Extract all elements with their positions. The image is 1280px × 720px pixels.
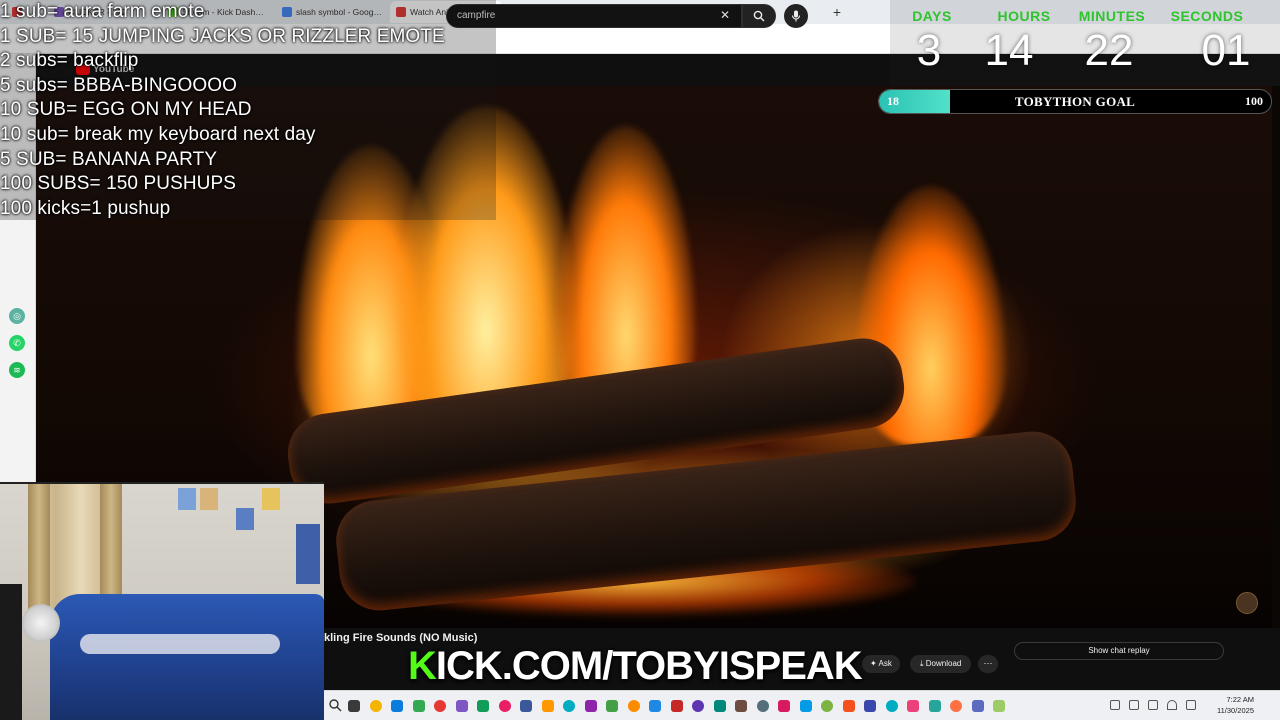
wall-poster xyxy=(178,488,196,510)
sub-goal-line: 1 SUB= 15 JUMPING JACKS OR RIZZLER EMOTE xyxy=(0,25,445,47)
taskbar-app-icon[interactable] xyxy=(713,700,726,712)
webcam-feed xyxy=(0,482,324,720)
video-title: kling Fire Sounds (NO Music) xyxy=(324,632,478,644)
show-chat-replay-button[interactable]: Show chat replay xyxy=(1014,642,1224,660)
timer-value-minutes: 22 xyxy=(1084,26,1134,75)
kick-logo-k: K xyxy=(408,643,437,688)
taskbar-app-icon[interactable] xyxy=(735,700,747,712)
webcam-bed xyxy=(50,594,324,720)
webcam-fan xyxy=(22,604,60,642)
sub-goal-line: 100 kicks=1 pushup xyxy=(0,197,171,219)
taskbar-app-icon[interactable] xyxy=(907,700,919,712)
stream-screen: { "browser": { "tabs": [ {"title": "", "… xyxy=(0,0,1280,720)
taskbar-app-icon[interactable] xyxy=(885,700,898,712)
cloud-icon[interactable] xyxy=(1129,700,1139,710)
taskbar-app-icon[interactable] xyxy=(670,700,683,712)
download-button[interactable]: ⤓ Download xyxy=(910,655,972,673)
spotify-icon[interactable]: ≋ xyxy=(9,362,25,378)
taskbar-app-icon[interactable] xyxy=(778,700,790,712)
taskbar-app-icon[interactable] xyxy=(606,700,618,712)
sub-goal-line: 5 subs= BBBA-BINGOOOO xyxy=(0,74,238,96)
sub-goals-overlay: 1 sub= aura farm emote 1 SUB= 15 JUMPING … xyxy=(0,0,496,220)
timer-label-minutes: MINUTES xyxy=(1078,8,1146,24)
taskbar-app-icon[interactable] xyxy=(348,700,360,712)
taskbar-app-icon[interactable] xyxy=(584,700,597,712)
taskbar-app-icon[interactable] xyxy=(971,700,984,712)
whatsapp-icon[interactable]: ✆ xyxy=(9,335,25,351)
timer-label-seconds: SECONDS xyxy=(1170,8,1244,24)
volume-icon[interactable] xyxy=(1186,700,1196,710)
taskbar-app-icon[interactable] xyxy=(627,700,640,712)
timer-label-hours: HOURS xyxy=(997,8,1051,24)
taskbar-app-icon[interactable] xyxy=(455,700,468,712)
taskbar-app-icon[interactable] xyxy=(520,700,532,712)
wall-poster xyxy=(296,524,320,584)
taskbar-app-icon[interactable] xyxy=(993,700,1005,712)
taskbar-app-icon[interactable] xyxy=(928,700,941,712)
taskbar-app-icon[interactable] xyxy=(391,700,403,712)
download-label: Download xyxy=(925,659,962,668)
kick-url-text: ICK.COM/TOBYISPEAK xyxy=(435,643,863,688)
taskbar-app-icon[interactable] xyxy=(649,700,661,712)
wall-poster xyxy=(236,508,254,530)
clear-search-icon[interactable]: ✕ xyxy=(718,8,732,22)
goal-max: 100 xyxy=(1245,94,1263,108)
taskbar-clock[interactable]: 7:22 AM 11/30/2025 xyxy=(1217,694,1254,716)
taskbar-app-icon[interactable] xyxy=(821,700,833,712)
timer-value-seconds: 01 xyxy=(1201,26,1251,75)
sub-goal-line: 1 sub= aura farm emote xyxy=(0,1,205,22)
taskbar-app-icon[interactable] xyxy=(434,700,446,712)
taskbar-app-icon[interactable] xyxy=(756,700,769,712)
taskbar-app-icon[interactable] xyxy=(799,700,812,712)
voice-search-button[interactable] xyxy=(784,4,808,28)
wifi-icon[interactable] xyxy=(1167,700,1177,710)
taskbar-app-icon[interactable] xyxy=(563,700,575,712)
timer-value-days: 3 xyxy=(916,26,942,75)
taskbar-app-icon[interactable] xyxy=(950,700,962,712)
sub-goal-line: 10 sub= break my keyboard next day xyxy=(0,124,316,145)
search-icon xyxy=(753,10,765,22)
wall-poster xyxy=(262,488,280,510)
taskbar-app-icon[interactable] xyxy=(692,700,704,712)
taskbar-app-icon[interactable] xyxy=(842,700,855,712)
search-icon[interactable] xyxy=(328,698,342,712)
windows-taskbar: 7:22 AM 11/30/2025 xyxy=(324,690,1280,720)
new-tab-button[interactable]: + xyxy=(828,3,846,21)
webcam-dark-object xyxy=(0,584,22,720)
ask-label: Ask xyxy=(878,659,892,668)
clock-date: 11/30/2025 xyxy=(1217,706,1254,715)
more-actions-button[interactable]: ⋯ xyxy=(978,655,998,673)
taskbar-app-icon[interactable] xyxy=(864,700,876,712)
ask-button[interactable]: ✦ Ask xyxy=(862,655,900,673)
timer-label-days: DAYS xyxy=(912,8,952,24)
timer-value-hours: 14 xyxy=(984,26,1034,75)
goal-bar: 18 TOBYTHON GOAL 100 xyxy=(878,89,1272,114)
channel-watermark-icon xyxy=(1236,592,1258,614)
sub-goal-line: 100 SUBS= 150 PUSHUPS xyxy=(0,173,237,195)
search-button[interactable] xyxy=(742,4,776,28)
goal-title: TOBYTHON GOAL xyxy=(1014,94,1136,109)
chatgpt-icon[interactable]: ◎ xyxy=(9,308,25,324)
clock-time: 7:22 AM xyxy=(1226,695,1254,704)
microphone-icon xyxy=(791,10,801,22)
mic-icon[interactable] xyxy=(1148,700,1158,710)
wall-poster xyxy=(200,488,218,510)
chevron-up-icon[interactable] xyxy=(1110,700,1120,710)
sub-goal-line: 2 subs= backflip xyxy=(0,50,139,72)
sub-goal-line: 5 SUB= BANANA PARTY xyxy=(0,148,218,170)
taskbar-app-icon[interactable] xyxy=(498,700,511,712)
taskbar-app-icon[interactable] xyxy=(477,700,489,712)
taskbar-app-icon[interactable] xyxy=(541,700,554,712)
webcam-bedsheet xyxy=(80,634,280,654)
subathon-timer: DAYS 3 HOURS 14 MINUTES 22 SECONDS 01 xyxy=(890,0,1280,86)
kick-url-banner: K ICK.COM/TOBYISPEAK xyxy=(408,643,863,688)
taskbar-app-icon[interactable] xyxy=(412,700,425,712)
taskbar-app-icon[interactable] xyxy=(369,700,382,712)
sub-goal-line: 10 SUB= EGG ON MY HEAD xyxy=(0,99,252,121)
